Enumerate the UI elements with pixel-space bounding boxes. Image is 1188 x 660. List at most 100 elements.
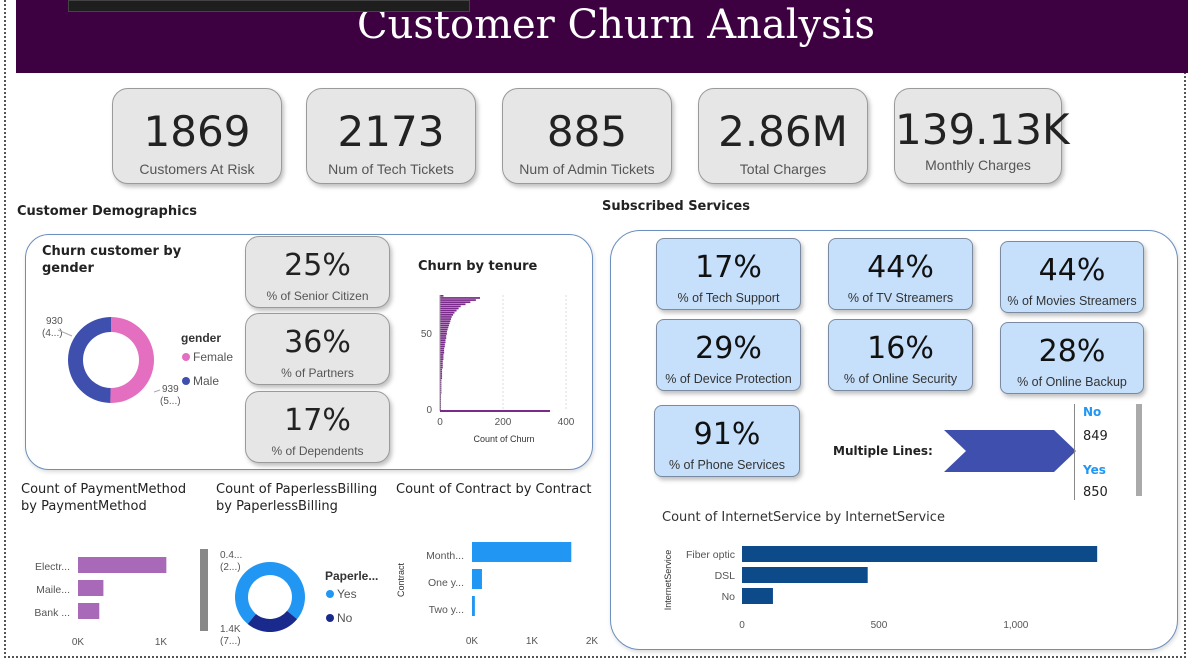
internet-bar[interactable] <box>742 546 1098 562</box>
payment-method-bar-chart[interactable]: Electr... Maile... Bank ... 0K 1K <box>22 545 222 650</box>
kpi-monthly-charges[interactable]: 139.13K Monthly Charges <box>894 88 1070 184</box>
payment-scrollbar[interactable] <box>200 549 208 631</box>
tenure-bar[interactable] <box>440 299 476 301</box>
tenure-bar[interactable] <box>440 351 445 354</box>
tenure-bar[interactable] <box>440 303 466 306</box>
contract-bar[interactable] <box>472 596 475 616</box>
multi-lines-scrollbar[interactable] <box>1136 404 1142 496</box>
tenure-bar[interactable] <box>440 345 445 348</box>
card-value: 44% <box>867 250 934 285</box>
tenure-bar[interactable] <box>440 320 451 323</box>
tenure-histogram[interactable]: 0 200 400 0 50 Count of Churn <box>414 285 584 450</box>
gender-legend-title: gender <box>181 331 221 345</box>
legend-female-dot <box>182 353 190 361</box>
tenure-bar[interactable] <box>440 318 452 320</box>
card-value: 36% <box>284 325 351 360</box>
tenure-bar[interactable] <box>440 295 444 297</box>
tenure-bar[interactable] <box>440 335 447 337</box>
internet-x-tick: 1,000 <box>1003 620 1028 631</box>
contract-bar-chart[interactable]: Month... One y... Two y... 0K 1K 2K Contract <box>394 530 604 650</box>
card-tv-streamers[interactable]: 44% % of TV Streamers <box>828 238 973 310</box>
internet-bar[interactable] <box>742 588 773 604</box>
legend-no-label[interactable]: No <box>337 611 353 625</box>
tenure-bar[interactable] <box>440 305 461 308</box>
gender-donut-chart[interactable]: gender Female Male 930 (4...) 939 (5...) <box>36 296 246 416</box>
donut-label-female-value: 939 <box>162 384 179 395</box>
tenure-bar[interactable] <box>440 354 444 356</box>
tenure-bar[interactable] <box>440 301 471 304</box>
tenure-bar[interactable] <box>440 313 454 316</box>
internet-ylabel: InternetService <box>663 550 673 611</box>
gender-chart-title: Churn customer by gender <box>42 244 182 276</box>
kpi-label: Total Charges <box>739 161 827 177</box>
payment-bar[interactable] <box>78 580 104 596</box>
tenure-bar[interactable] <box>440 358 444 360</box>
tenure-bar[interactable] <box>440 341 446 344</box>
legend-female-label[interactable]: Female <box>193 350 233 364</box>
tenure-bar[interactable] <box>440 328 448 331</box>
card-partners[interactable]: 36% % of Partners <box>245 313 390 385</box>
billing-legend-title: Paperle... <box>325 569 378 583</box>
card-label: % of Tech Support <box>677 291 780 305</box>
tenure-bar[interactable] <box>440 339 446 341</box>
kpi-tech-tickets[interactable]: 2173 Num of Tech Tickets <box>306 88 476 184</box>
payment-bar[interactable] <box>78 557 167 573</box>
tenure-bar[interactable] <box>440 332 447 335</box>
legend-no-dot <box>326 614 334 622</box>
multi-lines-no-value: 849 <box>1083 429 1108 444</box>
card-phone-services[interactable]: 91% % of Phone Services <box>654 405 800 477</box>
tenure-bar[interactable] <box>440 307 459 310</box>
tenure-bar[interactable] <box>440 337 447 339</box>
tenure-bar[interactable] <box>440 309 457 312</box>
card-online-security[interactable]: 16% % of Online Security <box>828 319 973 391</box>
internet-category-label: No <box>722 591 736 603</box>
payment-category-label: Electr... <box>35 561 70 573</box>
billing-label-top-value: 0.4... <box>220 550 242 561</box>
tenure-bar[interactable] <box>440 322 450 325</box>
legend-yes-label[interactable]: Yes <box>337 587 357 601</box>
card-tech-support[interactable]: 17% % of Tech Support <box>656 238 801 310</box>
legend-yes-dot <box>326 590 334 598</box>
tenure-bar[interactable] <box>440 316 452 318</box>
card-value: 16% <box>867 331 934 366</box>
internet-bar[interactable] <box>742 567 868 583</box>
tenure-bar[interactable] <box>440 330 447 333</box>
multi-lines-yes-label: Yes <box>1083 463 1106 477</box>
tenure-bar[interactable] <box>440 343 445 346</box>
donut-slice-male[interactable] <box>68 317 111 403</box>
contract-bar[interactable] <box>472 569 482 589</box>
tenure-bar[interactable] <box>440 311 455 314</box>
tenure-bar[interactable] <box>440 356 444 358</box>
tenure-bar[interactable] <box>440 297 480 299</box>
kpi-customers-at-risk[interactable]: 1869 Customers At Risk <box>112 88 282 184</box>
payment-category-label: Bank ... <box>34 607 70 619</box>
internet-service-bar-chart[interactable]: Fiber optic DSL No 0 500 1,000 InternetServic… <box>660 532 1120 636</box>
multiple-lines-arrow <box>944 430 1076 472</box>
tenure-bar[interactable] <box>440 349 445 352</box>
card-movies-streamers[interactable]: 44% % of Movies Streamers <box>1000 241 1144 313</box>
card-device-protection[interactable]: 29% % of Device Protection <box>656 319 801 391</box>
card-value: 28% <box>1038 334 1106 369</box>
kpi-admin-tickets[interactable]: 885 Num of Admin Tickets <box>502 88 672 184</box>
contract-ylabel: Contract <box>396 562 406 597</box>
tenure-bar[interactable] <box>440 326 449 329</box>
kpi-value: 885 <box>546 107 628 156</box>
payment-bar[interactable] <box>78 603 100 619</box>
card-online-backup[interactable]: 28% % of Online Backup <box>1000 322 1144 394</box>
donut-label-male-pct: (4...) <box>42 328 63 339</box>
card-dependents[interactable]: 17% % of Dependents <box>245 391 390 463</box>
tenure-bar[interactable] <box>440 347 445 350</box>
payment-category-label: Maile... <box>36 584 70 596</box>
contract-bar[interactable] <box>472 542 572 562</box>
report-toolbar[interactable] <box>68 0 470 12</box>
internet-category-label: Fiber optic <box>686 549 735 561</box>
donut-slice-yes[interactable] <box>235 562 305 624</box>
tenure-bar[interactable] <box>440 324 449 327</box>
kpi-total-charges[interactable]: 2.86M Total Charges <box>698 88 868 184</box>
paperless-billing-donut[interactable]: 0.4... (2...) 1.4K (7...) Paperle... Yes… <box>212 545 392 650</box>
contract-x-tick: 1K <box>526 636 539 647</box>
card-value: 44% <box>1038 253 1106 288</box>
card-senior-citizen[interactable]: 25% % of Senior Citizen <box>245 236 390 308</box>
legend-male-label[interactable]: Male <box>193 374 219 388</box>
donut-slice-female[interactable] <box>110 317 154 403</box>
